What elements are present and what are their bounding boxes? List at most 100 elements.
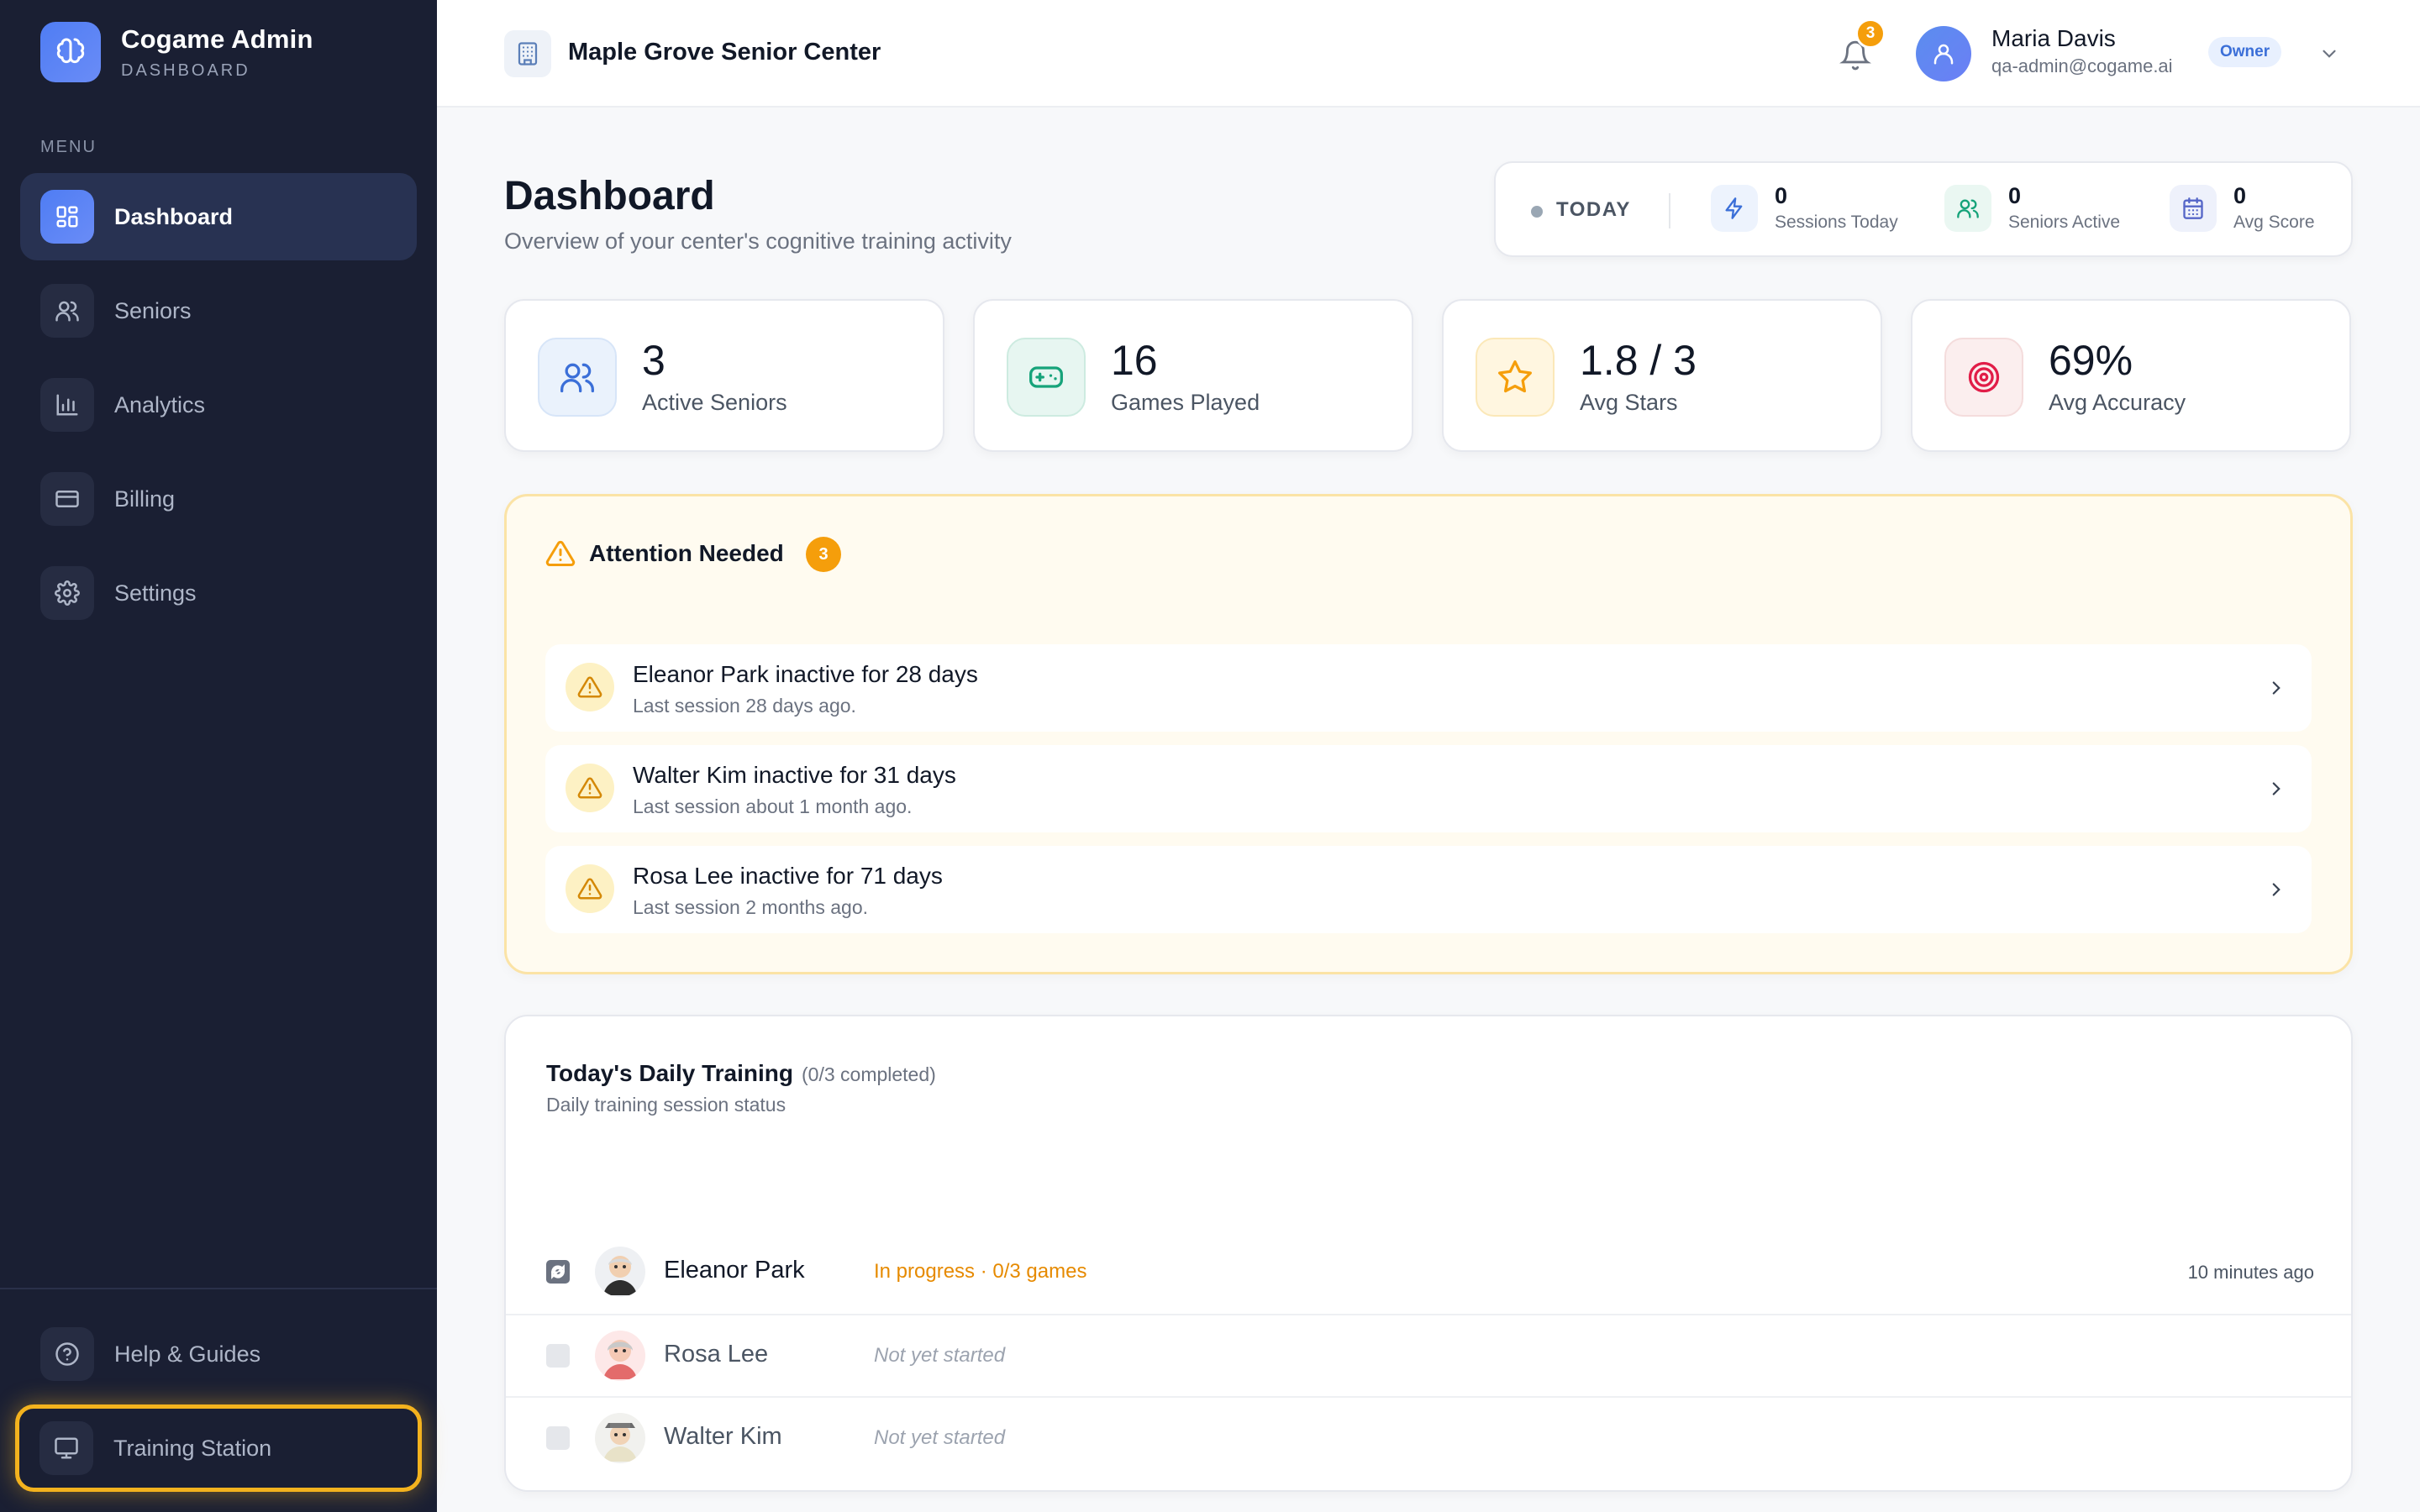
training-status: In progress · 0/3 games <box>874 1260 1087 1283</box>
user-avatar[interactable] <box>1916 26 1971 81</box>
attention-item-subtitle: Last session 28 days ago. <box>633 695 856 717</box>
attention-item[interactable]: Rosa Lee inactive for 71 days Last sessi… <box>545 846 2312 933</box>
menu-label: MENU <box>40 138 97 156</box>
divider <box>1669 193 1670 228</box>
attention-item-title: Eleanor Park inactive for 28 days <box>633 661 978 687</box>
warning-icon <box>566 764 614 812</box>
metric-value: 0 <box>1775 183 1788 208</box>
training-row[interactable]: Eleanor Park In progress · 0/3 games 10 … <box>506 1231 2351 1312</box>
stat-value: 3 <box>642 337 666 384</box>
sidebar-item-label: Analytics <box>114 391 206 417</box>
warning-icon <box>545 538 576 569</box>
gamepad-icon <box>1007 338 1086 417</box>
target-icon <box>1944 338 2023 417</box>
sidebar-item-seniors[interactable]: Seniors <box>20 267 417 354</box>
sidebar-item-label: Seniors <box>114 297 192 323</box>
metric-value: 0 <box>2008 183 2022 208</box>
warning-icon <box>566 663 614 711</box>
stat-value: 16 <box>1111 337 1158 384</box>
stat-card-active-seniors[interactable]: 3 Active Seniors <box>504 299 944 452</box>
attention-item-title: Walter Kim inactive for 31 days <box>633 762 956 788</box>
sidebar-item-help[interactable]: Help & Guides <box>20 1310 417 1398</box>
senior-avatar <box>595 1331 645 1381</box>
training-title: Today's Daily Training <box>546 1060 793 1086</box>
brand[interactable]: Cogame Admin DASHBOARD <box>40 22 313 82</box>
senior-name: Walter Kim <box>664 1423 782 1450</box>
users-icon <box>538 338 617 417</box>
metric-label: Avg Score <box>2233 213 2315 232</box>
metric-label: Seniors Active <box>2008 213 2121 232</box>
senior-name: Rosa Lee <box>664 1341 769 1368</box>
not-started-checkbox <box>546 1426 570 1450</box>
user-menu-button[interactable] <box>2316 40 2343 67</box>
user-email: qa-admin@cogame.ai <box>1991 55 2173 76</box>
sidebar-item-billing[interactable]: Billing <box>20 455 417 543</box>
sidebar-bottom-nav: Help & Guides Training Station <box>15 1310 422 1499</box>
stat-label: Avg Accuracy <box>2049 390 2186 415</box>
help-circle-icon <box>40 1327 94 1381</box>
sidebar-item-label: Help & Guides <box>114 1341 261 1367</box>
sidebar-nav: Dashboard Seniors Analytics Billing Sett… <box>20 173 417 643</box>
in-progress-icon <box>546 1260 570 1284</box>
gear-icon <box>40 566 94 620</box>
sessions-today-metric: 0 Sessions Today <box>1711 183 1898 233</box>
brand-subtitle: DASHBOARD <box>121 60 250 80</box>
senior-avatar <box>595 1413 645 1463</box>
page-title: Dashboard <box>504 174 715 218</box>
senior-avatar <box>595 1247 645 1297</box>
lightning-icon <box>1711 184 1758 232</box>
grid-icon <box>40 190 94 244</box>
calendar-icon <box>2170 184 2217 232</box>
sidebar-item-training-station[interactable]: Training Station <box>15 1404 422 1492</box>
avg-score-metric: 0 Avg Score <box>2170 183 2315 233</box>
brain-icon <box>40 22 101 82</box>
attention-item-subtitle: Last session about 1 month ago. <box>633 795 913 817</box>
stat-card-avg-stars[interactable]: 1.8 / 3 Avg Stars <box>1442 299 1882 452</box>
stat-label: Active Seniors <box>642 390 787 415</box>
seniors-active-metric: 0 Seniors Active <box>1944 183 2120 233</box>
stat-label: Games Played <box>1111 390 1260 415</box>
sidebar-item-label: Settings <box>114 580 197 606</box>
status-dot <box>1531 206 1543 218</box>
attention-title: Attention Needed <box>589 540 784 566</box>
stat-value: 69% <box>2049 337 2133 384</box>
role-badge: Owner <box>2208 37 2282 67</box>
attention-item-subtitle: Last session 2 months ago. <box>633 896 868 918</box>
attention-panel: Attention Needed 3 Eleanor Park inactive… <box>504 494 2353 974</box>
brand-title: Cogame Admin <box>121 24 313 54</box>
stat-card-games-played[interactable]: 16 Games Played <box>973 299 1413 452</box>
page-subtitle: Overview of your center's cognitive trai… <box>504 228 1012 254</box>
attention-item[interactable]: Eleanor Park inactive for 28 days Last s… <box>545 644 2312 732</box>
sidebar-item-analytics[interactable]: Analytics <box>20 361 417 449</box>
stat-value: 1.8 / 3 <box>1580 337 1697 384</box>
star-icon <box>1476 338 1555 417</box>
users-icon <box>1944 184 1991 232</box>
sidebar: Cogame Admin DASHBOARD MENU Dashboard Se… <box>0 0 437 1512</box>
metric-value: 0 <box>2233 183 2247 208</box>
sidebar-item-settings[interactable]: Settings <box>20 549 417 637</box>
attention-item-title: Rosa Lee inactive for 71 days <box>633 863 943 889</box>
building-icon <box>504 30 551 77</box>
top-header: Maple Grove Senior Center 3 Maria Davis … <box>437 0 2420 108</box>
not-started-checkbox <box>546 1344 570 1368</box>
center-name: Maple Grove Senior Center <box>568 39 881 66</box>
today-label: TODAY <box>1556 198 1631 221</box>
sidebar-item-label: Training Station <box>113 1435 272 1461</box>
sidebar-item-dashboard[interactable]: Dashboard <box>20 173 417 260</box>
chevron-right-icon <box>2263 775 2290 802</box>
notifications-badge: 3 <box>1855 18 1886 49</box>
training-status: Not yet started <box>874 1426 1006 1449</box>
stat-label: Avg Stars <box>1580 390 1678 415</box>
training-row[interactable]: Rosa Lee Not yet started <box>506 1314 2351 1394</box>
user-icon <box>1933 44 1954 65</box>
stat-card-avg-accuracy[interactable]: 69% Avg Accuracy <box>1911 299 2351 452</box>
credit-card-icon <box>40 472 94 526</box>
chevron-right-icon <box>2263 675 2290 701</box>
senior-name: Eleanor Park <box>664 1257 805 1284</box>
training-row[interactable]: Walter Kim Not yet started <box>506 1396 2351 1477</box>
monitor-icon <box>39 1421 93 1475</box>
attention-item[interactable]: Walter Kim inactive for 31 days Last ses… <box>545 745 2312 832</box>
training-status: Not yet started <box>874 1344 1006 1367</box>
today-summary: TODAY 0 Sessions Today 0 Seniors Active … <box>1494 161 2353 257</box>
users-icon <box>40 284 94 338</box>
